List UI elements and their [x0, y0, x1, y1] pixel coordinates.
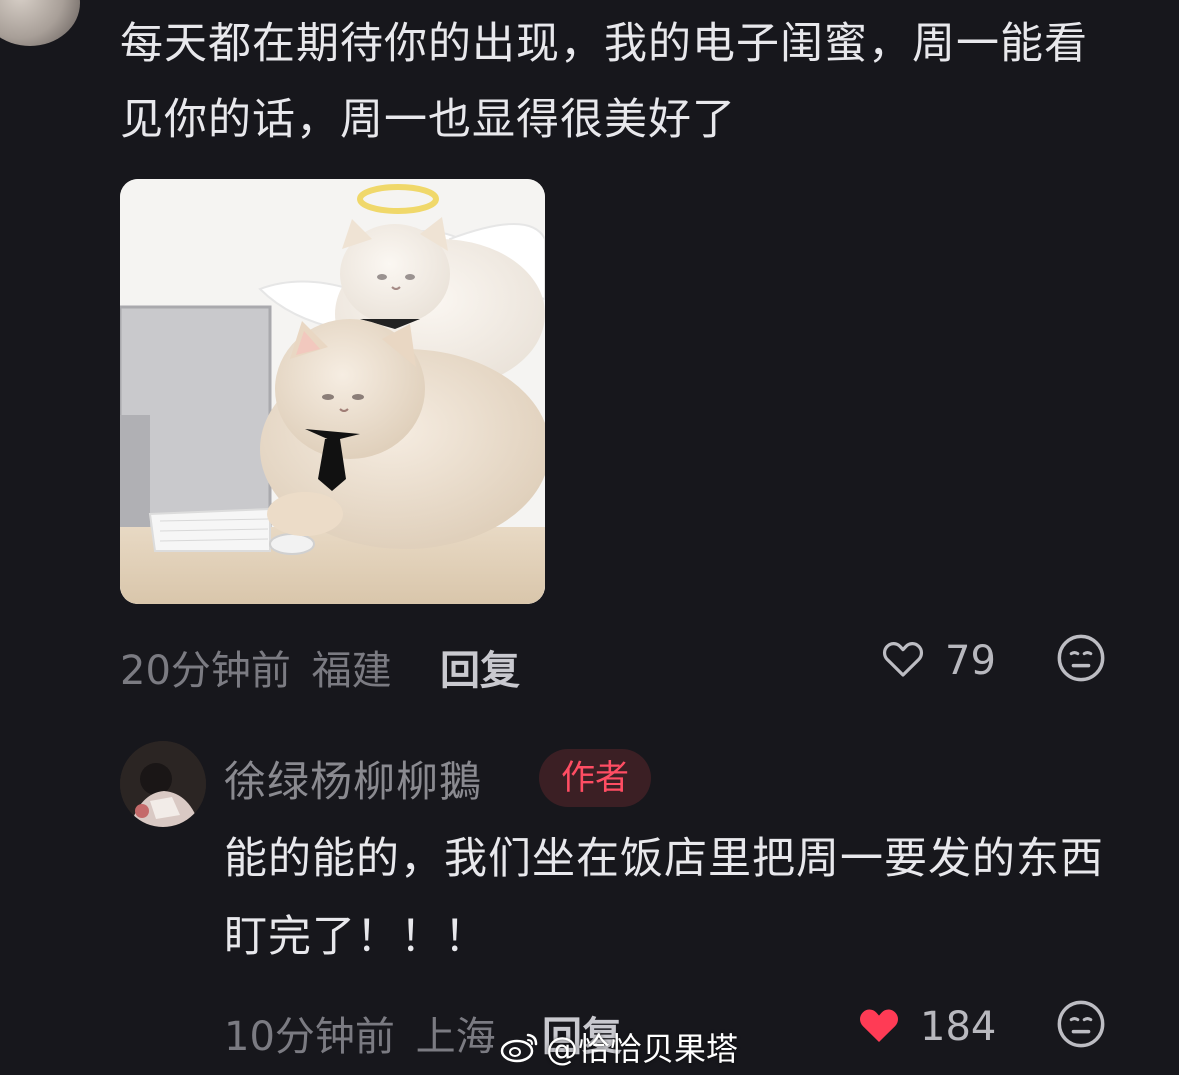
- comment-image[interactable]: [120, 179, 545, 604]
- cat-meme-image: [120, 179, 545, 604]
- comment-location: 福建: [311, 648, 392, 694]
- author-avatar[interactable]: [120, 741, 206, 827]
- reply-location: 上海: [415, 1014, 496, 1060]
- meh-face-icon[interactable]: [1055, 998, 1107, 1050]
- watermark-text: @恰恰贝果塔: [546, 1030, 739, 1068]
- comment-timestamp: 20分钟前: [120, 648, 291, 694]
- reply-timestamp: 10分钟前: [224, 1014, 395, 1060]
- commenter-avatar[interactable]: [0, 0, 80, 46]
- heart-filled-icon[interactable]: [854, 1000, 904, 1048]
- comment-time: 20分钟前 福建: [120, 638, 392, 696]
- heart-outline-icon[interactable]: [878, 634, 928, 682]
- author-username[interactable]: 徐绿杨柳柳鵝: [224, 748, 482, 809]
- comment-text: 每天都在期待你的出现，我的电子闺蜜，周一能看见你的话，周一也显得很美好了: [120, 19, 1088, 145]
- comment-meta-row: 20分钟前 福建 回复 79: [120, 630, 1120, 694]
- author-badge: 作者: [539, 749, 651, 807]
- avatar-image: [120, 741, 206, 827]
- reply-text: 能的能的，我们坐在饭店里把周一要发的东西盯完了！！！: [224, 834, 1104, 962]
- watermark: @恰恰贝果塔: [500, 1024, 738, 1070]
- meh-face-icon[interactable]: [1055, 632, 1107, 684]
- like-count: 79: [945, 638, 996, 684]
- weibo-logo-icon: [500, 1033, 538, 1063]
- like-count: 184: [920, 1004, 997, 1050]
- reply-time: 10分钟前 上海: [224, 1004, 496, 1062]
- reply-button[interactable]: 回复: [440, 638, 520, 696]
